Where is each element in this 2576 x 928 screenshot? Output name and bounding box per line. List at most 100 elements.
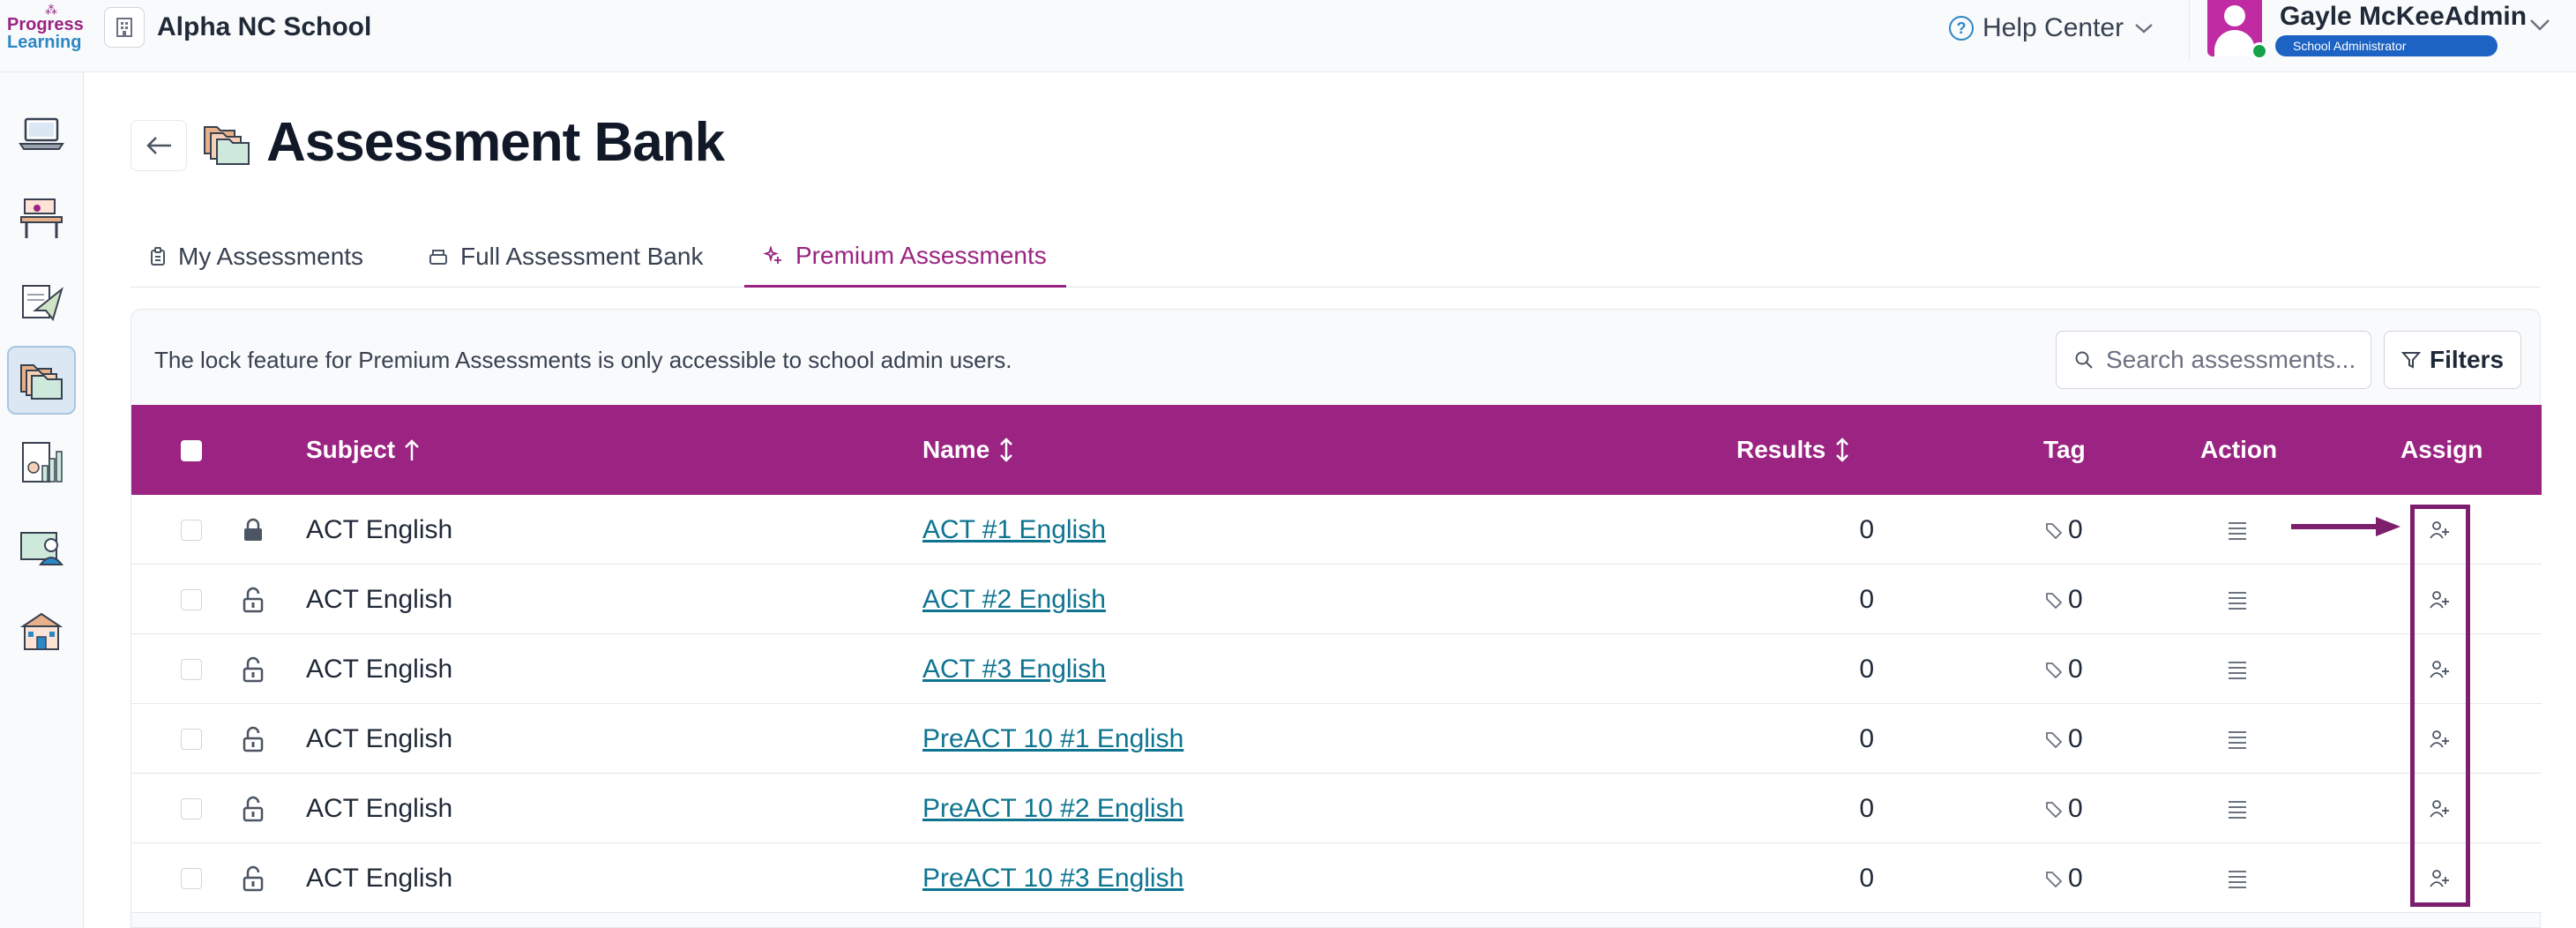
column-tag: Tag bbox=[2043, 405, 2086, 495]
tab-premium-assessments[interactable]: Premium Assessments bbox=[744, 226, 1066, 288]
sidebar-item-school[interactable] bbox=[7, 598, 76, 667]
results-cell: 0 bbox=[1859, 793, 1874, 823]
sidebar-item-assignments[interactable] bbox=[7, 268, 76, 337]
row-checkbox[interactable] bbox=[181, 868, 202, 889]
lock-toggle[interactable] bbox=[242, 843, 265, 913]
row-checkbox[interactable] bbox=[181, 798, 202, 819]
results-cell: 0 bbox=[1859, 723, 1874, 753]
action-menu-button[interactable] bbox=[2227, 774, 2248, 843]
column-name-label: Name bbox=[922, 436, 990, 463]
assessment-name-link[interactable]: PreACT 10 #1 English bbox=[922, 724, 1183, 754]
assessment-name-link[interactable]: ACT #3 English bbox=[922, 655, 1106, 685]
tab-full-assessment-bank-label: Full Assessment Bank bbox=[460, 243, 704, 270]
subject-cell: ACT English bbox=[306, 584, 453, 614]
tag-cell[interactable]: 0 bbox=[2045, 704, 2083, 774]
lock-toggle[interactable] bbox=[242, 565, 265, 634]
select-all-checkbox[interactable] bbox=[181, 440, 202, 461]
lock-toggle[interactable] bbox=[242, 704, 265, 774]
table-row: ACT English ACT #1 English 0 0 bbox=[131, 495, 2542, 565]
chevron-down-icon bbox=[2135, 24, 2153, 34]
sidebar-item-assessment-bank[interactable] bbox=[7, 346, 76, 415]
tag-cell[interactable]: 0 bbox=[2045, 634, 2083, 704]
lock-open-icon[interactable] bbox=[242, 587, 265, 613]
subject-cell: ACT English bbox=[306, 654, 453, 684]
lock-closed-icon[interactable] bbox=[242, 518, 265, 543]
help-center-menu[interactable]: ? Help Center bbox=[1949, 11, 2155, 46]
lock-open-icon[interactable] bbox=[242, 865, 265, 892]
sidebar-item-reports[interactable] bbox=[7, 429, 76, 498]
column-subject[interactable]: Subject bbox=[306, 405, 422, 495]
annotation-arrow-icon bbox=[2291, 517, 2401, 536]
tag-cell[interactable]: 0 bbox=[2045, 495, 2083, 565]
school-switcher-button[interactable] bbox=[104, 7, 145, 48]
row-checkbox[interactable] bbox=[181, 659, 202, 680]
assessment-name-cell: ACT #3 English bbox=[922, 634, 1106, 704]
logo-text-line1: Progress bbox=[7, 15, 84, 34]
assessment-name-link[interactable]: PreACT 10 #3 English bbox=[922, 864, 1183, 894]
tag-count: 0 bbox=[2068, 514, 2083, 544]
tag-icon bbox=[2046, 662, 2063, 678]
search-input[interactable] bbox=[2106, 346, 2362, 374]
tag-cell[interactable]: 0 bbox=[2045, 565, 2083, 634]
action-menu-button[interactable] bbox=[2227, 843, 2248, 913]
filters-button[interactable]: Filters bbox=[2384, 331, 2521, 389]
tab-my-assessments[interactable]: My Assessments bbox=[131, 226, 383, 288]
tab-premium-assessments-label: Premium Assessments bbox=[795, 241, 1047, 269]
lock-open-icon[interactable] bbox=[242, 796, 265, 822]
assessment-name-cell: PreACT 10 #1 English bbox=[922, 704, 1183, 774]
column-action-label: Action bbox=[2200, 436, 2278, 463]
subject-cell: ACT English bbox=[306, 863, 453, 893]
tag-icon bbox=[2046, 522, 2063, 539]
action-menu-button[interactable] bbox=[2227, 704, 2248, 774]
building-icon bbox=[116, 18, 132, 37]
row-checkbox[interactable] bbox=[181, 589, 202, 610]
sort-both-icon bbox=[1836, 438, 1849, 462]
assessment-name-cell: ACT #1 English bbox=[922, 495, 1106, 565]
sidebar-item-teacher[interactable] bbox=[7, 513, 76, 582]
results-cell: 0 bbox=[1859, 863, 1874, 893]
tag-cell[interactable]: 0 bbox=[2045, 843, 2083, 913]
assessments-panel: The lock feature for Premium Assessments… bbox=[131, 309, 2542, 928]
classroom-desk-icon bbox=[20, 198, 63, 238]
lock-open-icon[interactable] bbox=[242, 726, 265, 752]
filters-label: Filters bbox=[2429, 346, 2505, 373]
sidebar-item-classroom[interactable] bbox=[7, 183, 76, 252]
assessment-name-link[interactable]: ACT #1 English bbox=[922, 515, 1106, 545]
action-menu-button[interactable] bbox=[2227, 634, 2248, 704]
tab-full-assessment-bank[interactable]: Full Assessment Bank bbox=[409, 226, 722, 288]
sidebar-item-devices[interactable] bbox=[7, 99, 76, 168]
assessment-name-link[interactable]: ACT #2 English bbox=[922, 585, 1106, 615]
sort-ascending-icon bbox=[405, 439, 420, 460]
arrow-left-icon bbox=[146, 137, 171, 154]
action-menu-button[interactable] bbox=[2227, 565, 2248, 634]
progress-learning-logo[interactable]: ⁂ Progress Learning bbox=[7, 4, 84, 55]
lock-toggle[interactable] bbox=[242, 634, 265, 704]
table-row: ACT English PreACT 10 #2 English 0 0 bbox=[131, 774, 2542, 843]
row-checkbox[interactable] bbox=[181, 729, 202, 750]
lock-toggle[interactable] bbox=[242, 774, 265, 843]
user-menu-chevron-down-icon[interactable] bbox=[2527, 16, 2553, 34]
column-assign: Assign bbox=[2401, 405, 2483, 495]
assessment-name-link[interactable]: PreACT 10 #2 English bbox=[922, 794, 1183, 824]
column-results-label: Results bbox=[1736, 436, 1826, 463]
lock-toggle[interactable] bbox=[242, 495, 265, 565]
lock-open-icon[interactable] bbox=[242, 656, 265, 683]
search-icon bbox=[2075, 351, 2093, 369]
folders-assessment-icon bbox=[20, 364, 63, 400]
column-tag-label: Tag bbox=[2043, 436, 2086, 463]
user-name[interactable]: Gayle McKeeAdmin bbox=[2280, 2, 2527, 32]
tag-count: 0 bbox=[2068, 863, 2083, 893]
column-results[interactable]: Results bbox=[1736, 405, 1852, 495]
tag-cell[interactable]: 0 bbox=[2045, 774, 2083, 843]
back-button[interactable] bbox=[131, 120, 187, 171]
search-box[interactable] bbox=[2056, 331, 2371, 389]
subject-cell: ACT English bbox=[306, 514, 453, 544]
action-menu-button[interactable] bbox=[2227, 495, 2248, 565]
column-name[interactable]: Name bbox=[922, 405, 1016, 495]
tag-count: 0 bbox=[2068, 723, 2083, 753]
sort-both-icon bbox=[1000, 438, 1013, 462]
row-checkbox[interactable] bbox=[181, 520, 202, 541]
tab-bar: My Assessments Full Assessment Bank Prem… bbox=[131, 226, 2541, 288]
logo-text-line2: Learning bbox=[7, 33, 82, 52]
archive-box-icon bbox=[429, 250, 447, 265]
